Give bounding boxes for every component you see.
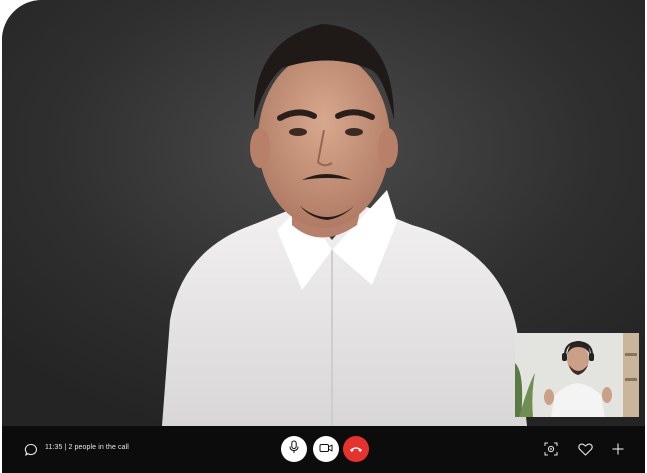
video-call-window: 11:35 | 2 people in the call <box>2 0 645 473</box>
focus-camera-icon[interactable] <box>543 441 559 457</box>
camera-button[interactable] <box>313 436 339 462</box>
add-icon[interactable] <box>610 441 626 457</box>
microphone-button[interactable] <box>281 436 307 462</box>
video-camera-icon <box>319 440 333 458</box>
call-status-text: 11:35 | 2 people in the call <box>45 444 129 451</box>
end-call-button[interactable] <box>343 436 369 462</box>
heart-icon[interactable] <box>577 441 593 457</box>
chat-icon[interactable] <box>24 443 38 457</box>
microphone-icon <box>288 440 300 459</box>
call-control-bar: 11:35 | 2 people in the call <box>2 426 645 473</box>
self-view-video[interactable] <box>515 333 639 417</box>
phone-hangup-icon <box>349 440 363 458</box>
